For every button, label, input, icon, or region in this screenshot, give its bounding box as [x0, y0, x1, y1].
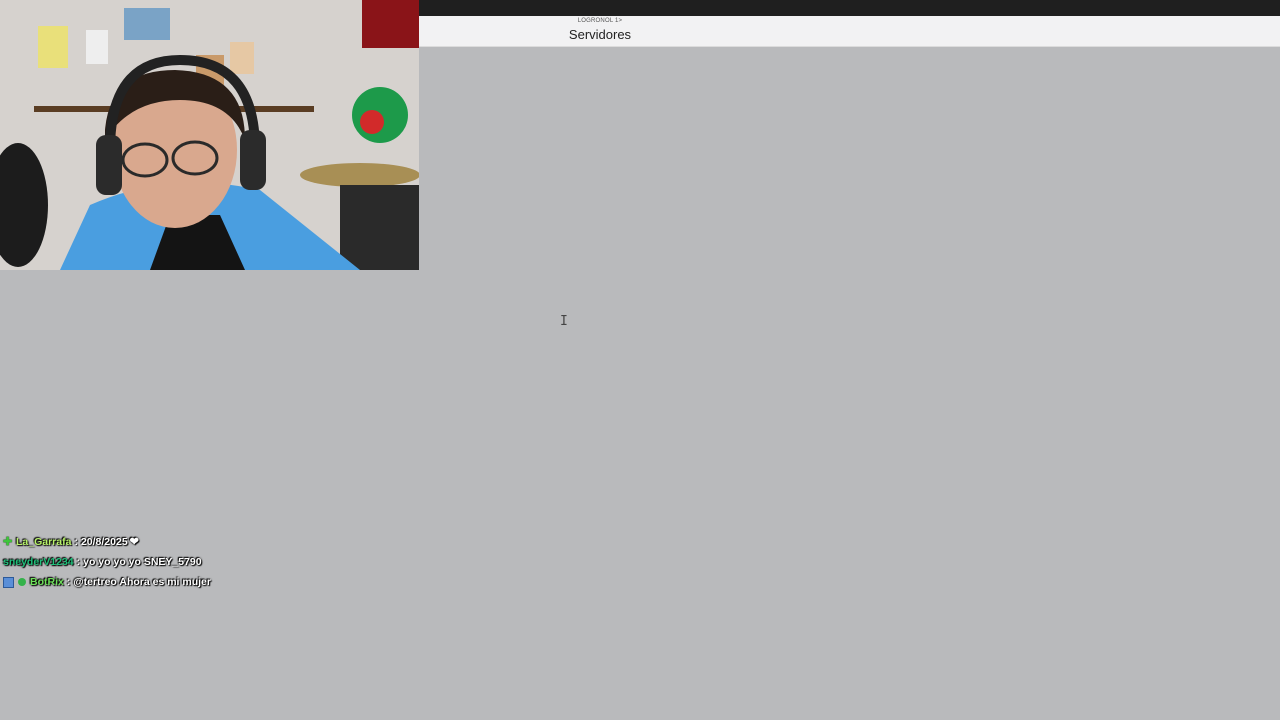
window-top-bar	[419, 0, 1280, 16]
chat-message: BotRix : @tertreo Ahora es mi mujer	[3, 572, 323, 592]
wall-poster	[362, 0, 419, 48]
verified-badge-icon	[18, 578, 26, 586]
chat-separator: :	[66, 576, 71, 588]
chat-separator: :	[76, 556, 81, 568]
cymbal	[300, 163, 419, 187]
header-subtitle: LOGRONOL 1>	[577, 18, 623, 24]
chat-message: sneyderV1234 : yo yo yo yo SNEY_5790	[3, 552, 323, 572]
bot-badge-icon	[3, 576, 14, 588]
wall-poster	[124, 8, 170, 40]
chat-message: ✚ La_Garrafa : 20/8/2025 ❤	[3, 532, 323, 552]
chat-separator: :	[74, 536, 78, 548]
stream-screen: LOGRONOL 1> Servidores I ✚ La_Garrafa : …	[0, 0, 1280, 720]
chat-text: yo yo yo yo SNEY_5790	[83, 556, 202, 568]
wall-poster	[86, 30, 108, 64]
wall-poster	[230, 42, 254, 74]
webcam-scene	[0, 0, 419, 270]
drum-kit	[340, 185, 419, 270]
chat-username[interactable]: La_Garrafa	[16, 534, 71, 550]
chat-text: 20/8/2025	[80, 536, 128, 548]
page-header: LOGRONOL 1> Servidores	[419, 16, 1280, 47]
webcam-overlay	[0, 0, 419, 270]
page-title: Servidores	[568, 27, 632, 42]
chat-username[interactable]: sneyderV1234	[3, 554, 74, 570]
chat-text: @tertreo Ahora es mi mujer	[73, 576, 211, 588]
chat-overlay: ✚ La_Garrafa : 20/8/2025 ❤ sneyderV1234 …	[3, 532, 323, 592]
text-cursor-icon: I	[560, 314, 568, 329]
wall-poster	[38, 26, 68, 68]
plus-badge-icon: ✚	[3, 535, 13, 548]
heart-emote-icon: ❤	[129, 536, 139, 548]
chat-username[interactable]: BotRix	[30, 574, 64, 590]
